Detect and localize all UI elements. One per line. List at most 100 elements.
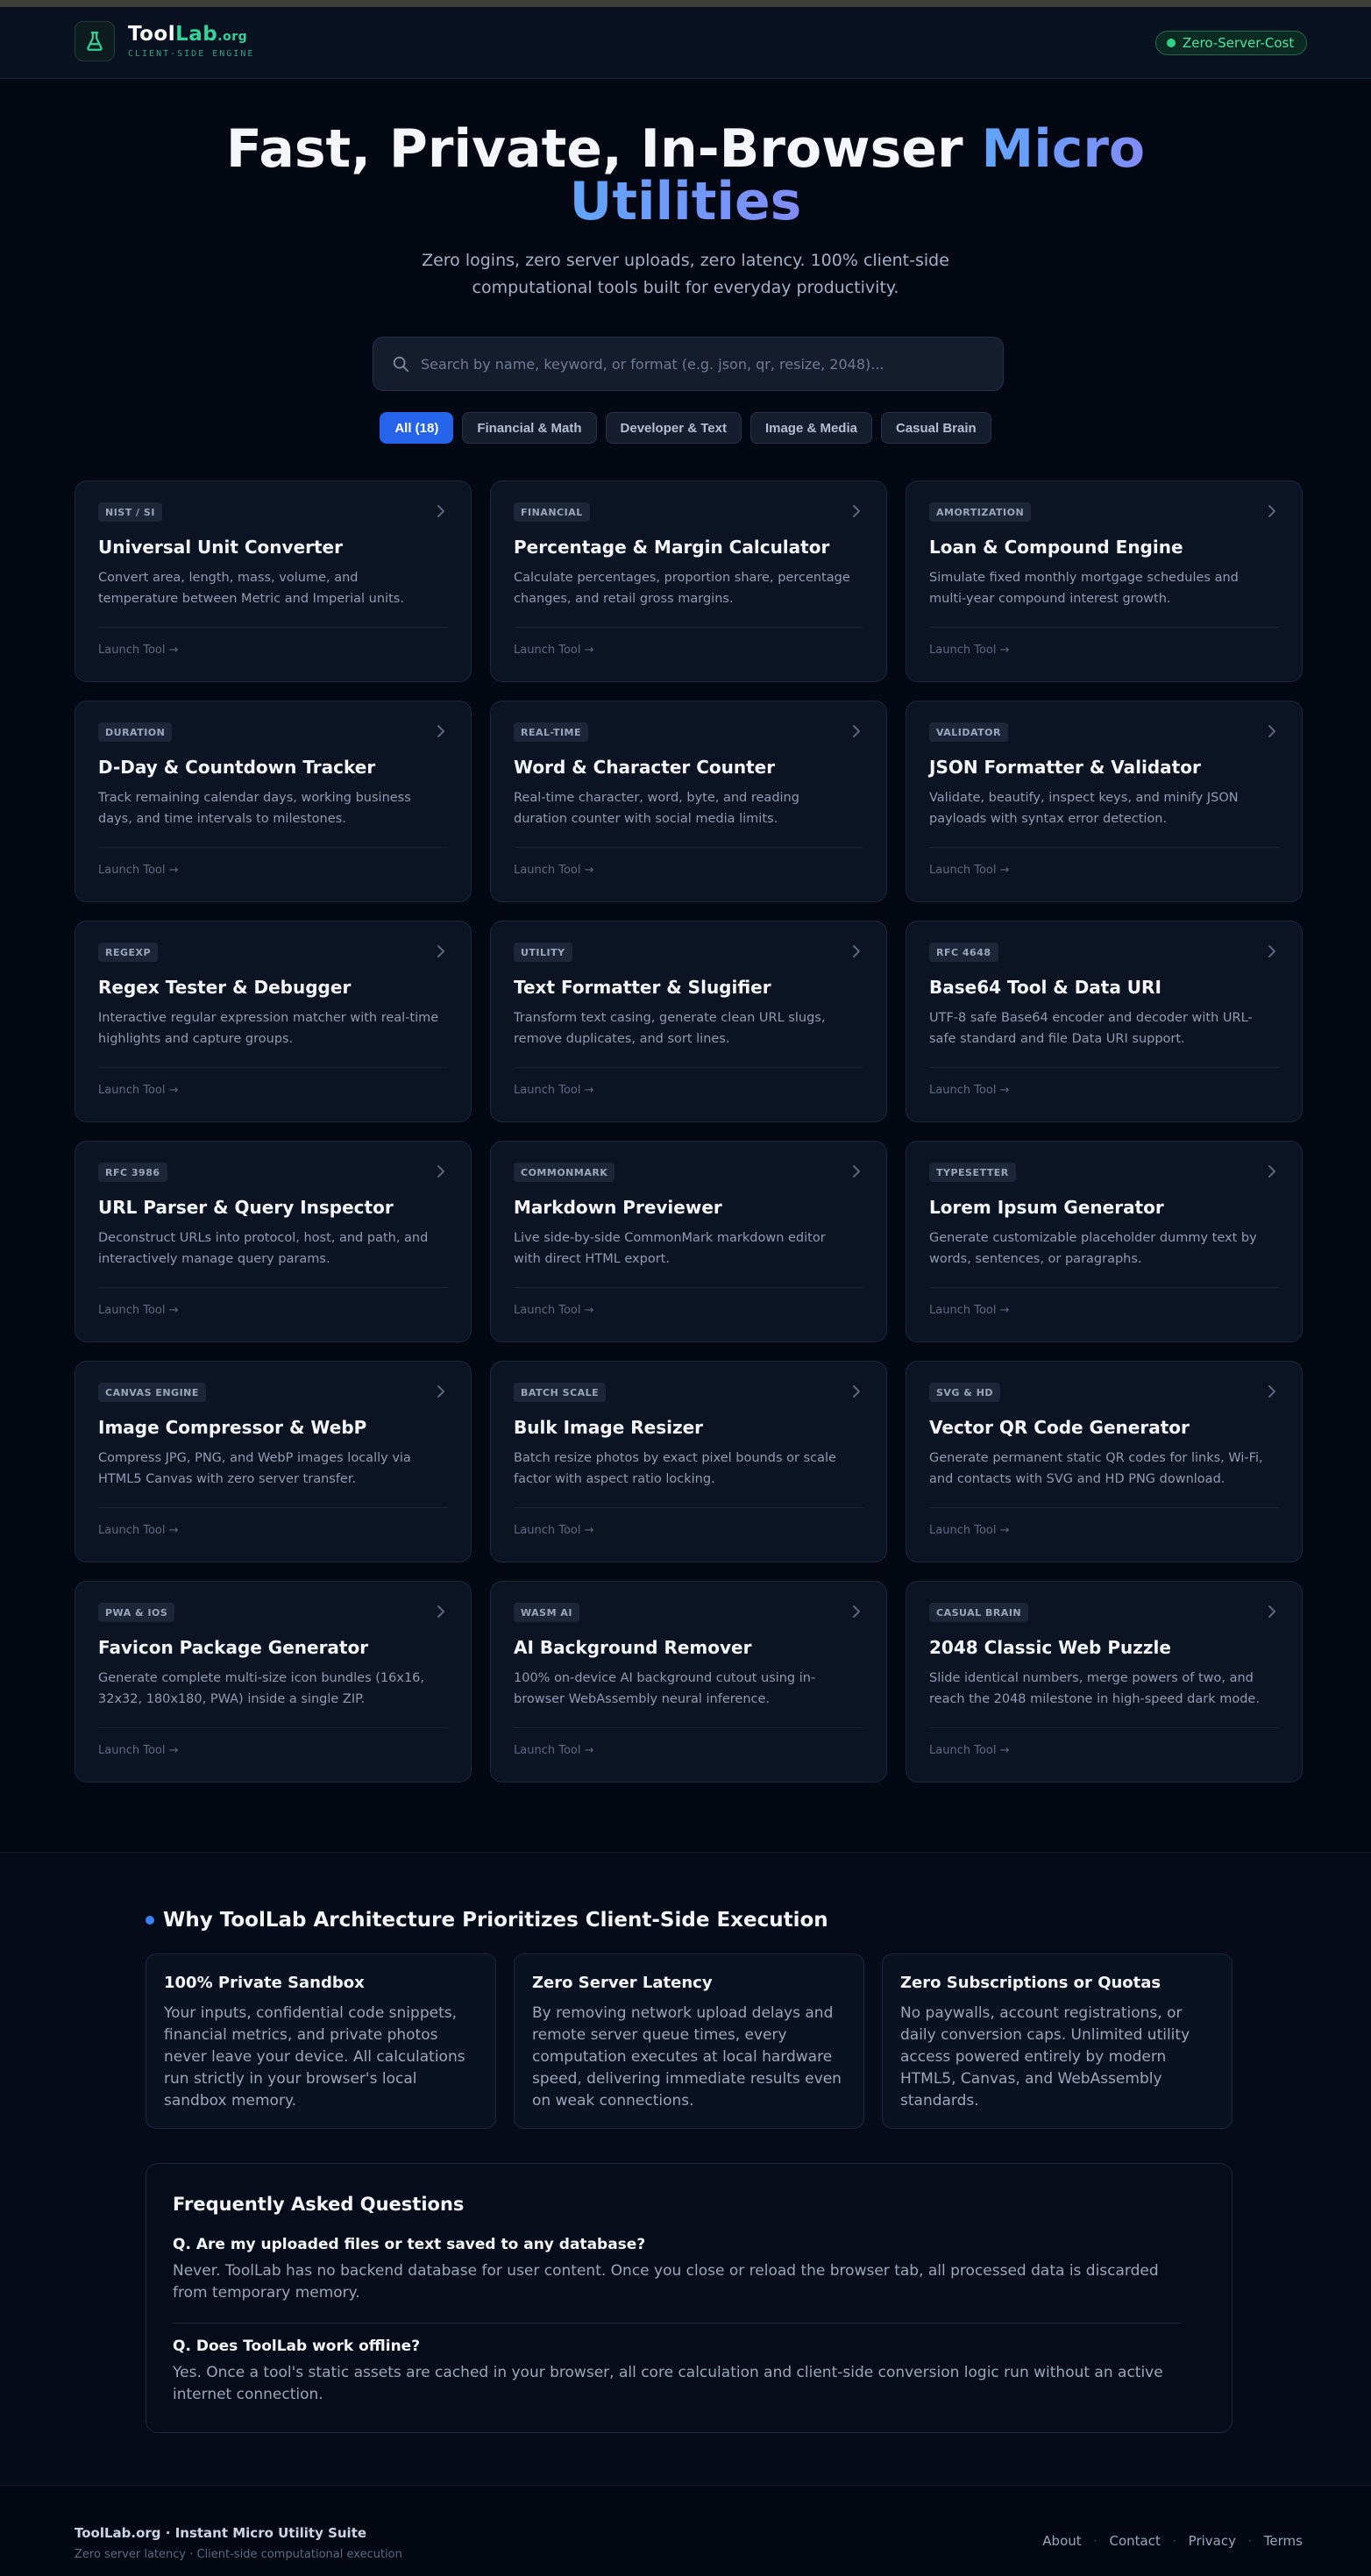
footer-tagline: Zero server latency · Client-side comput…	[75, 2548, 402, 2561]
tool-card[interactable]: CANVAS ENGINE Image Compressor & WebP Comp…	[75, 1361, 472, 1562]
launch-tool-link[interactable]: Launch Tool →	[929, 864, 1009, 877]
tool-description: Generate customizable placeholder dummy …	[929, 1231, 1257, 1266]
tool-card[interactable]: TYPESETTER Lorem Ipsum Generator Generate …	[906, 1141, 1303, 1342]
tool-card[interactable]: PWA & IOS Favicon Package Generator Genera…	[75, 1581, 472, 1783]
card-divider	[98, 627, 448, 628]
status-dot-icon	[1167, 39, 1176, 47]
logo-button[interactable]	[75, 21, 115, 61]
tool-title: Word & Character Counter	[514, 757, 776, 778]
tool-description: Interactive regular expression matcher w…	[98, 1011, 439, 1046]
card-divider	[514, 1287, 863, 1288]
why-card-text: Your inputs, confidential code snippets,…	[164, 2004, 465, 2110]
tool-card[interactable]: RFC 3986 URL Parser & Query Inspector Deco…	[75, 1141, 472, 1342]
filter-chip[interactable]: All (18)	[380, 412, 454, 444]
tool-title: Favicon Package Generator	[98, 1637, 369, 1658]
chevron-right-icon	[436, 944, 446, 958]
tool-card[interactable]: FINANCIAL Percentage & Margin Calculator C…	[490, 480, 887, 682]
hero: Fast, Private, In-Browser Micro Utilitie…	[0, 123, 1371, 302]
filter-chip[interactable]: Developer & Text	[605, 412, 742, 444]
launch-tool-link[interactable]: Launch Tool →	[929, 1744, 1009, 1757]
footer-link-terms[interactable]: Terms	[1264, 2533, 1303, 2549]
tool-description: Batch resize photos by exact pixel bound…	[514, 1451, 836, 1486]
tool-badge: BATCH SCALE	[514, 1383, 607, 1402]
why-title: Why ToolLab Architecture Prioritizes Cli…	[163, 1909, 828, 1932]
tool-card[interactable]: SVG & HD Vector QR Code Generator Generate…	[906, 1361, 1303, 1562]
hero-title: Fast, Private, In-Browser Micro Utilitie…	[0, 123, 1371, 228]
tool-card[interactable]: REGEXP Regex Tester & Debugger Interactive…	[75, 921, 472, 1122]
why-card-text: No paywalls, account registrations, or d…	[900, 2004, 1190, 2110]
faq-item: Q. Are my uploaded files or text saved t…	[173, 2236, 1181, 2304]
launch-tool-link[interactable]: Launch Tool →	[514, 1304, 593, 1317]
tool-description: Validate, beautify, inspect keys, and mi…	[929, 791, 1239, 826]
tool-card[interactable]: DURATION D-Day & Countdown Tracker Track r…	[75, 701, 472, 902]
tool-title: Text Formatter & Slugifier	[514, 977, 771, 998]
search-box[interactable]	[373, 337, 1004, 391]
launch-tool-link[interactable]: Launch Tool →	[929, 644, 1009, 657]
tool-card[interactable]: BATCH SCALE Bulk Image Resizer Batch resiz…	[490, 1361, 887, 1562]
tool-card[interactable]: UTILITY Text Formatter & Slugifier Transfo…	[490, 921, 887, 1122]
tool-card[interactable]: REAL-TIME Word & Character Counter Real-ti…	[490, 701, 887, 902]
launch-tool-link[interactable]: Launch Tool →	[98, 1084, 178, 1097]
tool-badge: COMMONMARK	[514, 1163, 615, 1182]
launch-tool-link[interactable]: Launch Tool →	[514, 1084, 593, 1097]
filter-chip[interactable]: Financial & Math	[462, 412, 597, 444]
launch-tool-link[interactable]: Launch Tool →	[514, 1744, 593, 1757]
card-divider	[514, 627, 863, 628]
tool-badge: CANVAS ENGINE	[98, 1383, 206, 1402]
launch-tool-link[interactable]: Launch Tool →	[929, 1304, 1009, 1317]
tool-description: Real-time character, word, byte, and rea…	[514, 791, 799, 826]
tool-card[interactable]: COMMONMARK Markdown Previewer Live side-by…	[490, 1141, 887, 1342]
launch-tool-link[interactable]: Launch Tool →	[929, 1084, 1009, 1097]
why-card-title: 100% Private Sandbox	[164, 1974, 365, 1992]
footer-separator: ·	[1093, 2535, 1098, 2547]
tool-card[interactable]: VALIDATOR JSON Formatter & Validator Valid…	[906, 701, 1303, 902]
launch-tool-link[interactable]: Launch Tool →	[98, 644, 178, 657]
tool-card[interactable]: NIST / SI Universal Unit Converter Convert…	[75, 480, 472, 682]
tool-card[interactable]: WASM AI AI Background Remover 100% on-devi…	[490, 1581, 887, 1783]
footer-links: About · Contact · Privacy · Terms	[1042, 2533, 1303, 2549]
launch-tool-link[interactable]: Launch Tool →	[98, 864, 178, 877]
brand-tld: .org	[217, 30, 248, 44]
tool-badge: FINANCIAL	[514, 502, 590, 522]
launch-tool-link[interactable]: Launch Tool →	[514, 644, 593, 657]
footer-separator: ·	[1247, 2535, 1252, 2547]
tool-card[interactable]: CASUAL BRAIN 2048 Classic Web Puzzle Slide…	[906, 1581, 1303, 1783]
search-input[interactable]	[421, 355, 989, 373]
chevron-right-icon	[851, 504, 862, 518]
footer-link-privacy[interactable]: Privacy	[1189, 2533, 1236, 2549]
tool-description: Compress JPG, PNG, and WebP images local…	[98, 1451, 411, 1486]
card-divider	[929, 1727, 1279, 1728]
launch-tool-link[interactable]: Launch Tool →	[98, 1744, 178, 1757]
faq-question: Q. Are my uploaded files or text saved t…	[173, 2236, 646, 2253]
footer: ToolLab.org · Instant Micro Utility Suit…	[0, 2485, 1371, 2576]
tool-description: Generate permanent static QR codes for l…	[929, 1451, 1263, 1486]
chevron-right-icon	[1267, 724, 1277, 738]
tool-badge: REAL-TIME	[514, 722, 589, 742]
card-divider	[514, 1507, 863, 1508]
tool-title: Markdown Previewer	[514, 1197, 722, 1218]
launch-tool-link[interactable]: Launch Tool →	[514, 1524, 593, 1537]
chevron-right-icon	[851, 724, 862, 738]
filter-chip[interactable]: Image & Media	[749, 412, 872, 444]
footer-link-contact[interactable]: Contact	[1109, 2533, 1160, 2549]
tool-title: Bulk Image Resizer	[514, 1417, 704, 1438]
tool-card[interactable]: RFC 4648 Base64 Tool & Data URI UTF-8 safe…	[906, 921, 1303, 1122]
brand[interactable]: ToolLab.org CLIENT-SIDE ENGINE	[128, 23, 254, 59]
tool-title: Image Compressor & WebP	[98, 1417, 367, 1438]
footer-link-about[interactable]: About	[1042, 2533, 1081, 2549]
launch-tool-link[interactable]: Launch Tool →	[98, 1304, 178, 1317]
tool-title: Regex Tester & Debugger	[98, 977, 352, 998]
hero-title-accent-2: Utilities	[569, 171, 802, 232]
chevron-right-icon	[436, 1605, 446, 1619]
launch-tool-link[interactable]: Launch Tool →	[514, 864, 593, 877]
card-divider	[929, 1287, 1279, 1288]
tool-card[interactable]: AMORTIZATION Loan & Compound Engine Simula…	[906, 480, 1303, 682]
chevron-right-icon	[851, 1164, 862, 1178]
filter-chip[interactable]: Casual Brain	[880, 412, 991, 444]
launch-tool-link[interactable]: Launch Tool →	[98, 1524, 178, 1537]
tool-badge: AMORTIZATION	[929, 502, 1032, 522]
chevron-right-icon	[436, 1164, 446, 1178]
tool-description: Convert area, length, mass, volume, and …	[98, 571, 404, 606]
tool-badge: VALIDATOR	[929, 722, 1008, 742]
launch-tool-link[interactable]: Launch Tool →	[929, 1524, 1009, 1537]
